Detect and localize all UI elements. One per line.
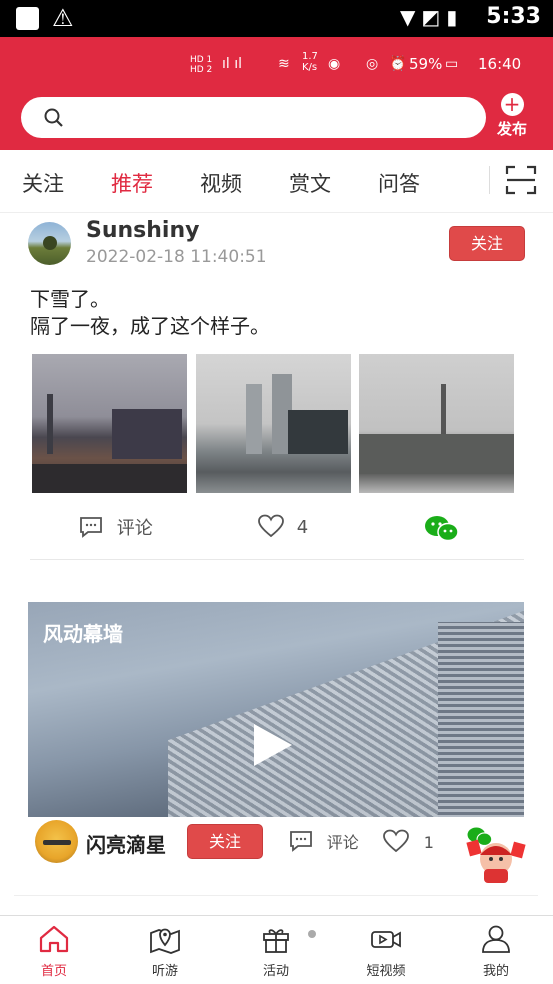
- nav-activity[interactable]: 活动: [236, 924, 316, 979]
- heart-icon: [383, 829, 409, 853]
- follow-button[interactable]: 关注: [187, 824, 263, 859]
- tab-divider: [489, 166, 490, 194]
- alarm-icon: ⏰: [389, 56, 407, 72]
- nav-label: 短视频: [366, 964, 406, 979]
- scan-icon[interactable]: [505, 164, 537, 196]
- category-tabs: 关注 推荐 视频 赏文 问答: [0, 150, 553, 213]
- post-actions: 评论 4: [0, 508, 553, 548]
- wechat-share-icon[interactable]: [424, 514, 460, 544]
- nav-indicator-dot: [308, 930, 316, 938]
- app-header: HD 1 HD 2 ıl ıl ≋ 1.7 K/s ◉ ◎ ⏰ 59% ▭ 16:…: [0, 37, 553, 150]
- tab-articles[interactable]: 赏文: [289, 168, 331, 198]
- search-icon: [44, 108, 63, 127]
- nav-label: 我的: [482, 964, 509, 979]
- like-count: 1: [423, 833, 434, 852]
- system-status-bar: ⚠ ▼◩▮ 5:33: [0, 0, 553, 37]
- post-timestamp: 2022-02-18 11:40:51: [86, 247, 267, 267]
- comment-label: 评论: [326, 833, 359, 852]
- publish-label: 发布: [496, 120, 527, 138]
- wifi-icon: ≋: [278, 56, 290, 72]
- post-text-line: 下雪了。: [30, 287, 110, 311]
- signal-bars-icon: ıl ıl: [222, 56, 243, 72]
- system-time: 5:33: [486, 4, 541, 29]
- map-pin-icon: [150, 928, 180, 954]
- promo-mascot-icon[interactable]: [466, 833, 526, 885]
- app-time: 16:40: [478, 55, 522, 73]
- nav-profile[interactable]: 我的: [456, 924, 536, 979]
- post-text: 下雪了。 隔了一夜，成了这个样子。: [30, 286, 270, 340]
- hd-signal-icon: HD 1 HD 2: [190, 55, 213, 75]
- avatar[interactable]: [35, 820, 78, 863]
- comment-button[interactable]: 评论: [79, 514, 153, 540]
- video-icon: [371, 931, 401, 948]
- comment-icon: [80, 517, 102, 538]
- video-title: 风动幕墙: [43, 622, 123, 646]
- nav-label: 听游: [151, 964, 178, 979]
- like-button[interactable]: 4: [257, 514, 308, 538]
- follow-button[interactable]: 关注: [449, 226, 525, 261]
- heart-icon: [258, 514, 284, 538]
- comment-icon: [290, 831, 312, 852]
- nav-label: 首页: [40, 964, 67, 979]
- notification-square-icon: [16, 7, 39, 30]
- post-author-name[interactable]: 闪亮滴星: [86, 829, 166, 858]
- battery-icon: ▭: [445, 56, 459, 72]
- tab-qa[interactable]: 问答: [378, 168, 420, 198]
- tab-video[interactable]: 视频: [200, 168, 242, 198]
- battery-charging-icon: ▮: [446, 5, 464, 29]
- comment-label: 评论: [116, 518, 153, 539]
- comment-button[interactable]: 评论: [289, 829, 359, 853]
- wifi-icon: ▼: [400, 5, 422, 29]
- divider: [14, 895, 538, 896]
- like-count: 4: [296, 517, 309, 538]
- home-icon: [39, 925, 69, 953]
- tab-follow[interactable]: 关注: [22, 168, 64, 198]
- nav-listen-tour[interactable]: 听游: [125, 924, 205, 979]
- bottom-nav: 首页 听游 活动 短视频 我的: [0, 915, 553, 984]
- network-speed: 1.7 K/s: [302, 51, 318, 73]
- like-button[interactable]: 1: [382, 829, 434, 853]
- search-input[interactable]: [21, 97, 486, 138]
- play-icon[interactable]: [254, 724, 292, 766]
- divider: [30, 559, 524, 560]
- app-notification-icon: ◉: [328, 56, 341, 72]
- profile-icon: [482, 925, 510, 953]
- tab-recommend[interactable]: 推荐: [111, 168, 153, 198]
- avatar[interactable]: [28, 222, 71, 265]
- nav-label: 活动: [262, 964, 289, 979]
- warning-icon: ⚠: [52, 4, 74, 32]
- plus-icon: +: [500, 93, 524, 116]
- battery-percent: 59%: [409, 55, 443, 73]
- post-photo-2[interactable]: [196, 354, 351, 493]
- no-signal-icon: ◩: [421, 5, 447, 29]
- publish-button[interactable]: + 发布: [493, 93, 531, 139]
- eye-icon: ◎: [366, 56, 379, 72]
- video-player[interactable]: 风动幕墙: [28, 602, 524, 817]
- nav-short-video[interactable]: 短视频: [346, 924, 426, 979]
- post-photo-1[interactable]: [32, 354, 187, 493]
- video-thumbnail-facade: [438, 622, 524, 817]
- post-photo-3[interactable]: [359, 354, 514, 493]
- post-author-name[interactable]: Sunshiny: [86, 218, 199, 243]
- post-text-line: 隔了一夜，成了这个样子。: [30, 314, 270, 338]
- nav-home[interactable]: 首页: [14, 924, 94, 979]
- gift-icon: [263, 929, 289, 953]
- system-status-icons: ▼◩▮: [400, 5, 463, 29]
- app-status-bar: HD 1 HD 2 ıl ıl ≋ 1.7 K/s ◉ ◎ ⏰ 59% ▭ 16:…: [190, 51, 530, 81]
